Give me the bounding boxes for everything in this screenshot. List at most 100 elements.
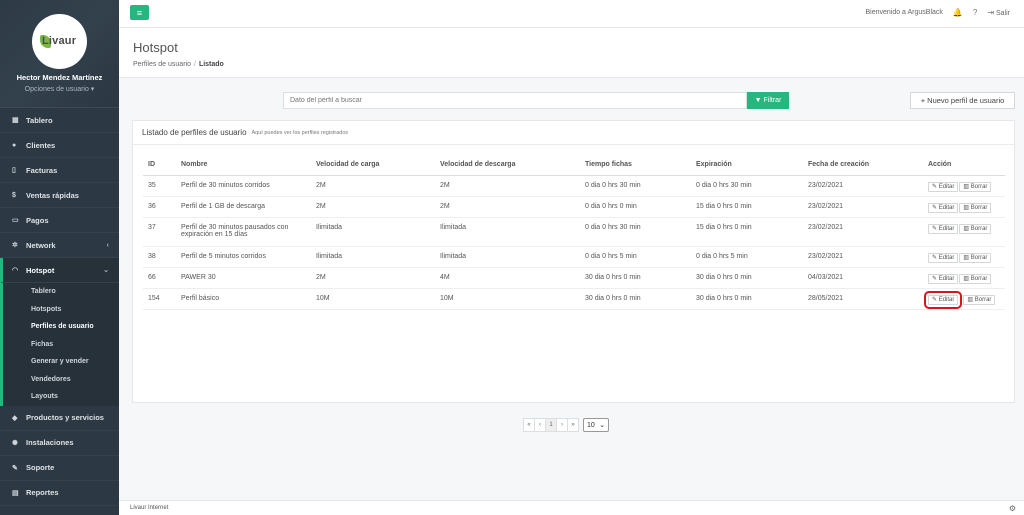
cell-name: Perfil básico: [176, 288, 311, 310]
edit-button[interactable]: ✎ Editar: [928, 273, 959, 284]
cell-id: 66: [143, 267, 176, 289]
sidebar-nav: ▦ Tablero ● Clientes ▯ Facturas $ Ventas ráp…: [0, 107, 119, 506]
breadcrumb-parent[interactable]: Perfiles de usuario: [133, 61, 191, 68]
cell-time: 0 dia 0 hrs 30 min: [580, 217, 691, 247]
cell-upload: 2M: [311, 267, 435, 289]
avatar: Livaur: [32, 14, 87, 69]
sidebar-item-hotspot[interactable]: ◠ Hotspot ⌄: [0, 258, 119, 283]
table-row: 154 Perfil básico 10M 10M 30 dia 0 hrs 0…: [143, 288, 1005, 310]
cell-name: PAWER 30: [176, 267, 311, 289]
submenu-item-fichas[interactable]: Fichas: [3, 336, 119, 354]
last-page-button[interactable]: »: [567, 418, 579, 432]
sidebar-item-pagos[interactable]: ▭ Pagos: [0, 208, 119, 233]
cell-actions: ✎ Editar ▥ Borrar: [923, 288, 1005, 310]
edit-button[interactable]: ✎ Editar: [928, 252, 959, 263]
new-profile-button[interactable]: + Nuevo perfil de usuario: [910, 92, 1015, 109]
breadcrumb-separator: /: [193, 61, 196, 68]
cell-name: Perfil de 30 minutos corridos: [176, 175, 311, 197]
cell-expiration: 15 dia 0 hrs 0 min: [691, 196, 803, 218]
cell-upload: 2M: [311, 196, 435, 218]
edit-label: Editar: [938, 183, 955, 190]
user-options-menu[interactable]: Opciones de usuario ▾: [0, 85, 119, 93]
submenu-item-hotspots[interactable]: Hotspots: [3, 301, 119, 319]
topbar-right: Bienvenido a ArgusBlack 🔔 ? ⇥ Salir: [865, 8, 1010, 17]
delete-button[interactable]: ▥ Borrar: [959, 202, 992, 213]
footer-text: Livaur Internet: [130, 505, 169, 511]
column-header[interactable]: ID: [143, 155, 176, 176]
footer-settings-icon[interactable]: ⚙: [1009, 504, 1016, 513]
sidebar-item-tablero[interactable]: ▦ Tablero: [0, 108, 119, 133]
cell-expiration: 30 dia 0 hrs 0 min: [691, 267, 803, 289]
sidebar-item-label: Reportes: [26, 488, 59, 497]
sidebar-item-instalaciones[interactable]: ✺ Instalaciones: [0, 431, 119, 456]
sidebar: Livaur Hector Mendez Martínez Opciones d…: [0, 0, 119, 515]
wrench-icon: ✎: [12, 464, 18, 472]
table-row: 66 PAWER 30 2M 4M 30 dia 0 hrs 0 min 30 …: [143, 267, 1005, 289]
edit-button[interactable]: ✎ Editar: [928, 181, 959, 192]
sidebar-item-label: Facturas: [26, 165, 58, 175]
sidebar-item-productos[interactable]: ◆ Productos y servicios: [0, 406, 119, 431]
delete-label: Borrar: [970, 183, 988, 190]
sidebar-item-ventas-rapidas[interactable]: $ Ventas rápidas: [0, 183, 119, 208]
submenu-item-tablero[interactable]: Tablero: [3, 283, 119, 301]
sidebar-item-label: Soporte: [26, 463, 55, 472]
hotspot-submenu: Tablero Hotspots Perfiles de usuario Fic…: [0, 283, 119, 406]
cell-download: 4M: [435, 267, 580, 289]
submenu-item-vendedores[interactable]: Vendedores: [3, 371, 119, 389]
sidebar-item-label: Network: [26, 240, 56, 250]
network-icon: ✲: [12, 242, 18, 249]
column-header: Acción: [923, 155, 1005, 176]
per-page-select[interactable]: 10 ⌄: [583, 418, 609, 432]
delete-button[interactable]: ▥ Borrar: [959, 223, 992, 234]
column-header[interactable]: Velocidad de descarga: [435, 155, 580, 176]
gears-icon: ✺: [12, 439, 18, 447]
cell-download: Ilimitada: [435, 246, 580, 268]
edit-button-highlighted[interactable]: ✎ Editar: [923, 290, 963, 309]
sidebar-item-reportes[interactable]: ▤ Reportes: [0, 481, 119, 506]
cell-created: 23/02/2021: [803, 217, 923, 247]
cell-actions: ✎ Editar ▥ Borrar: [923, 246, 1005, 268]
edit-button[interactable]: ✎ Editar: [928, 223, 959, 234]
help-icon[interactable]: ?: [973, 8, 977, 17]
submenu-item-perfiles[interactable]: Perfiles de usuario: [3, 318, 119, 336]
cell-expiration: 15 dia 0 hrs 0 min: [691, 217, 803, 247]
page-title: Hotspot: [133, 40, 178, 55]
cell-download: 2M: [435, 175, 580, 197]
column-header[interactable]: Nombre: [176, 155, 311, 176]
cell-expiration: 30 dia 0 hrs 0 min: [691, 288, 803, 310]
plus-icon: +: [920, 96, 926, 105]
column-header[interactable]: Velocidad de carga: [311, 155, 435, 176]
money-icon: ▭: [12, 217, 19, 224]
cell-created: 04/03/2021: [803, 267, 923, 289]
sidebar-item-label: Productos y servicios: [26, 413, 104, 422]
sidebar-item-soporte[interactable]: ✎ Soporte: [0, 456, 119, 481]
chevron-left-icon: ‹: [106, 241, 109, 249]
cell-actions: ✎ Editar ▥ Borrar: [923, 196, 1005, 218]
delete-button[interactable]: ▥ Borrar: [959, 181, 992, 192]
submenu-item-generar[interactable]: Generar y vender: [3, 353, 119, 371]
filter-button[interactable]: ▼ Filtrar: [747, 92, 789, 109]
chevron-down-icon: ⌄: [103, 267, 109, 274]
sidebar-item-clientes[interactable]: ● Clientes: [0, 133, 119, 158]
delete-button[interactable]: ▥ Borrar: [959, 252, 992, 263]
sidebar-item-facturas[interactable]: ▯ Facturas: [0, 158, 119, 183]
sidebar-item-network[interactable]: ✲ Network ‹: [0, 233, 119, 258]
edit-button[interactable]: ✎ Editar: [928, 202, 959, 213]
column-header[interactable]: Tiempo fichas: [580, 155, 691, 176]
user-profile: Livaur Hector Mendez Martínez Opciones d…: [0, 0, 119, 107]
filter-icon: ▼: [754, 97, 762, 104]
delete-button[interactable]: ▥ Borrar: [959, 273, 992, 284]
menu-toggle-button[interactable]: ≡: [130, 5, 149, 20]
search-input[interactable]: [283, 92, 747, 109]
cell-id: 35: [143, 175, 176, 197]
logout-link[interactable]: ⇥ Salir: [987, 8, 1010, 17]
table-row: 36 Perfil de 1 GB de descarga 2M 2M 0 di…: [143, 196, 1005, 218]
column-header[interactable]: Expiración: [691, 155, 803, 176]
cell-created: 23/02/2021: [803, 196, 923, 218]
delete-button[interactable]: ▥ Borrar: [963, 294, 996, 305]
column-header[interactable]: Fecha de creación: [803, 155, 923, 176]
bell-icon[interactable]: 🔔: [953, 8, 963, 17]
profiles-panel: Listado de perfiles de usuario Aquí pued…: [132, 120, 1015, 403]
sidebar-item-label: Clientes: [26, 140, 56, 150]
submenu-item-layouts[interactable]: Layouts: [3, 388, 119, 406]
